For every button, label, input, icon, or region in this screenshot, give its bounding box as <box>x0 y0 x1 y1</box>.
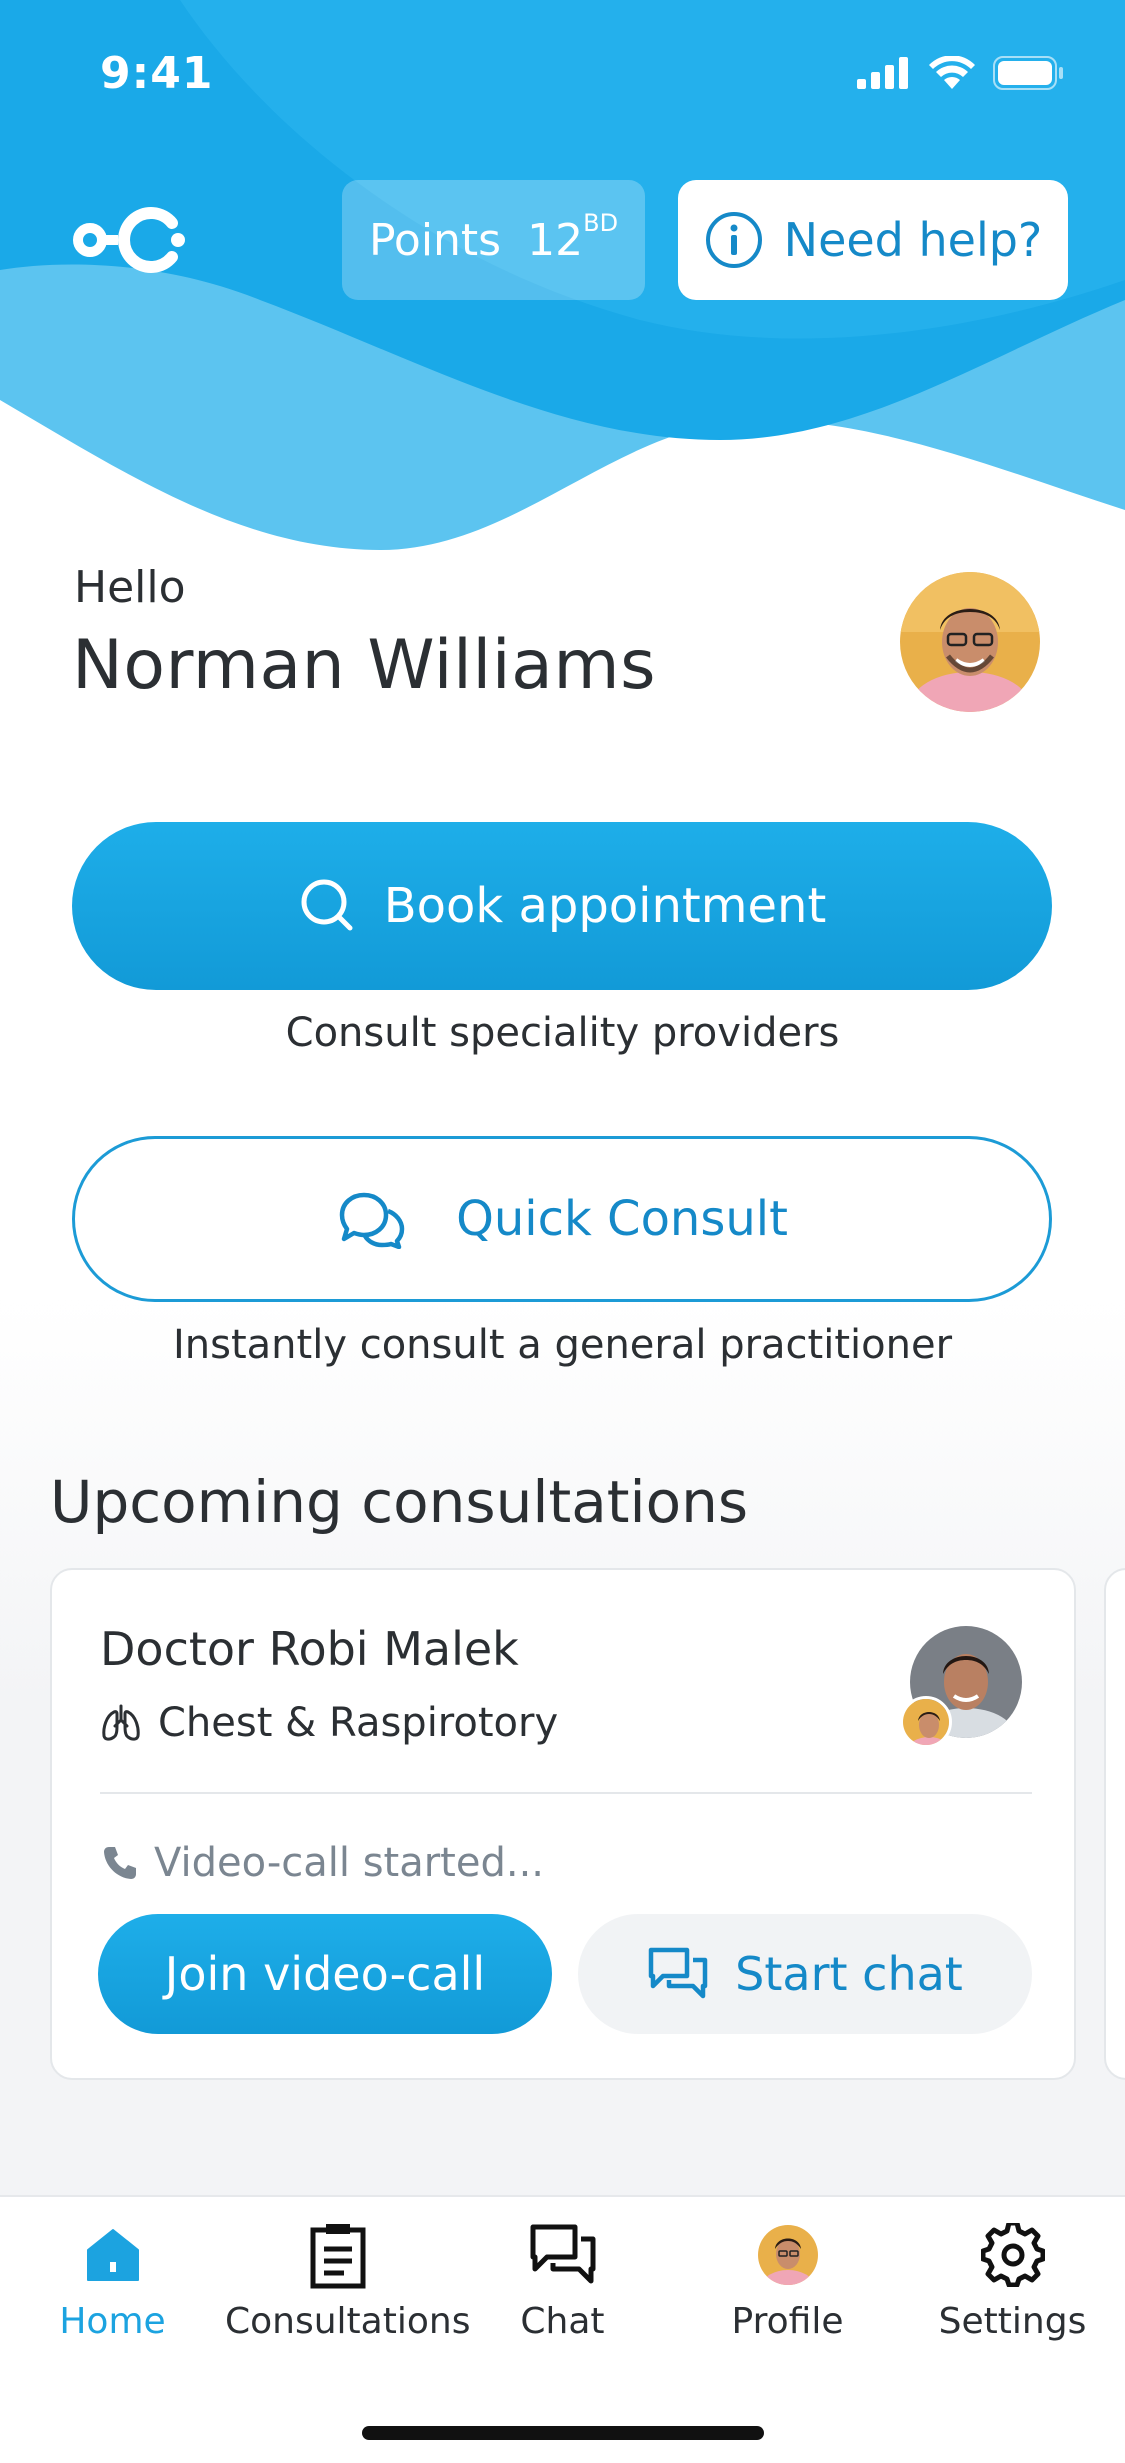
search-icon <box>301 879 353 931</box>
tab-chat[interactable]: Chat <box>450 2217 675 2342</box>
tab-consultations-label: Consultations <box>225 2301 471 2342</box>
book-appointment-caption: Consult speciality providers <box>285 1010 840 1056</box>
tab-home-label: Home <box>59 2301 166 2342</box>
join-video-call-label: Join video-call <box>164 1947 486 2001</box>
need-help-button[interactable]: Need help? <box>678 180 1068 300</box>
tab-settings-label: Settings <box>938 2301 1087 2342</box>
quick-consult-label: Quick Consult <box>456 1191 788 1247</box>
book-appointment-button[interactable]: Book appointment <box>72 822 1052 990</box>
status-bar: 9:41 <box>0 0 1125 140</box>
chat-bubbles-icon <box>339 1192 405 1249</box>
avatar[interactable] <box>900 572 1040 712</box>
bottom-tab-bar: Home Consultations Chat Profile Settings <box>0 2195 1125 2463</box>
start-chat-label: Start chat <box>735 1947 963 2001</box>
tab-consultations[interactable]: Consultations <box>225 2217 471 2342</box>
card-divider <box>100 1792 1032 1794</box>
tab-profile[interactable]: Profile <box>675 2217 900 2342</box>
cellular-signal-icon <box>857 57 908 89</box>
upcoming-consultations-title: Upcoming consultations <box>50 1468 749 1536</box>
consultation-card[interactable]: Doctor Robi Malek Chest & Raspirotory Vi… <box>50 1568 1076 2080</box>
points-label: Points <box>368 214 502 266</box>
home-icon <box>86 2229 139 2281</box>
doctor-specialty-label: Chest & Raspirotory <box>158 1700 559 1746</box>
doctor-name: Doctor Robi Malek <box>100 1622 519 1676</box>
avatar <box>757 2225 818 2285</box>
clipboard-icon <box>310 2224 365 2289</box>
app-logo[interactable] <box>72 205 192 279</box>
call-status: Video-call started... <box>100 1840 544 1886</box>
patient-mini-avatar <box>900 1696 952 1748</box>
quick-consult-button[interactable]: Quick Consult <box>72 1136 1052 1302</box>
doctor-specialty: Chest & Raspirotory <box>100 1700 558 1746</box>
app-logo-icon <box>73 207 185 273</box>
call-status-label: Video-call started... <box>154 1840 544 1886</box>
user-avatar-image <box>900 572 1040 712</box>
points-value: 12 <box>527 214 584 266</box>
tab-home[interactable]: Home <box>0 2217 225 2342</box>
battery-icon <box>993 56 1063 90</box>
status-icons <box>857 56 1065 90</box>
user-name: Norman Williams <box>72 626 657 705</box>
points-currency: BD <box>583 208 619 237</box>
next-consultation-card-peek[interactable] <box>1104 1568 1125 2080</box>
patient-mini-avatar-image <box>903 1699 949 1745</box>
quick-consult-caption: Instantly consult a general practitioner <box>172 1322 953 1368</box>
info-icon <box>705 212 762 268</box>
greeting-hello: Hello <box>74 562 186 613</box>
gear-icon <box>980 2223 1045 2287</box>
home-indicator[interactable] <box>362 2426 764 2440</box>
chat-icon <box>648 1947 708 1999</box>
status-time: 9:41 <box>100 48 214 99</box>
join-video-call-button[interactable]: Join video-call <box>98 1914 552 2034</box>
lungs-icon <box>102 1704 140 1741</box>
tab-profile-label: Profile <box>731 2301 844 2342</box>
points-badge[interactable]: Points 12BD <box>342 180 645 300</box>
wifi-icon <box>929 56 975 89</box>
tab-settings[interactable]: Settings <box>900 2217 1125 2342</box>
points-value-wrap: 12BD <box>527 209 618 266</box>
chat-icon <box>530 2224 595 2284</box>
phone-icon <box>104 1847 136 1879</box>
book-appointment-label: Book appointment <box>383 878 827 934</box>
tab-chat-label: Chat <box>520 2301 605 2342</box>
start-chat-button[interactable]: Start chat <box>578 1914 1032 2034</box>
need-help-label: Need help? <box>783 213 1043 267</box>
